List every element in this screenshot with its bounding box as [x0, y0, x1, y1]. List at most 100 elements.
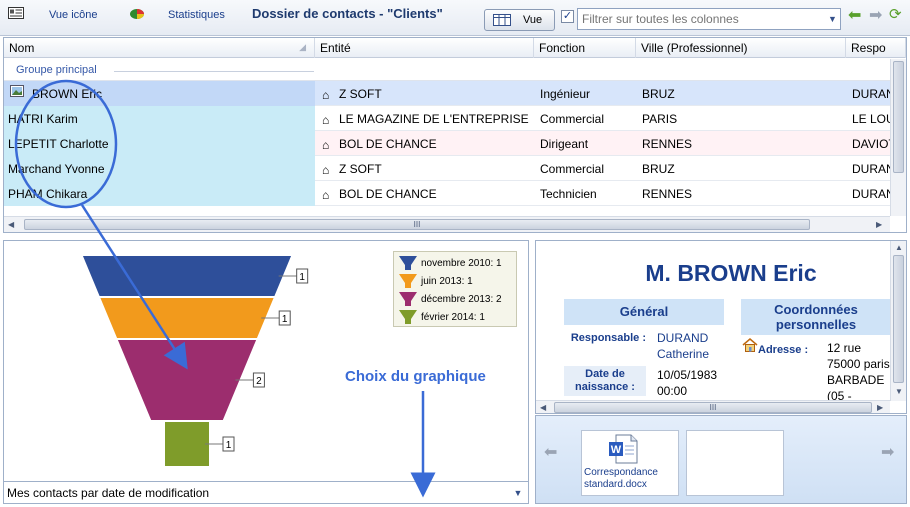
home-icon: ⌂: [322, 113, 330, 127]
back-arrow-icon[interactable]: ⬅: [848, 5, 861, 25]
detail-vertical-scrollbar[interactable]: ▲ ▼: [890, 241, 906, 401]
chart-legend: novembre 2010: 1 juin 2013: 1 décembre 2…: [393, 251, 517, 327]
birth-value-line: 00:00: [657, 384, 688, 398]
column-header-function[interactable]: Fonction: [534, 38, 636, 58]
address-line: 12 rue: [827, 341, 862, 355]
legend-swatch: [399, 292, 417, 306]
grid-header: Nom ◢ Entité Fonction Ville (Professionn…: [4, 38, 906, 58]
document-card[interactable]: W Correspondance standard.docx: [581, 430, 679, 496]
function-cell: Commercial: [540, 112, 605, 126]
detail-vertical-scroll-thumb[interactable]: [893, 255, 904, 383]
scroll-left-icon[interactable]: ◀: [8, 220, 14, 229]
table-row[interactable]: Marchand Yvonne ⌂ Z SOFT Commercial BRUZ …: [4, 156, 890, 181]
general-section-header: Général: [564, 299, 724, 325]
view-button-label: Vue: [523, 14, 543, 26]
group-row[interactable]: Groupe principal: [4, 59, 890, 81]
city-cell: RENNES: [642, 137, 693, 151]
funnel-segment-shade: [165, 422, 209, 466]
entity-cell: ⌂ LE MAGAZINE DE L'ENTREPRISE: [318, 106, 534, 131]
forward-arrow-icon[interactable]: ➡: [869, 5, 882, 25]
filter-dropdown-icon[interactable]: ▼: [825, 9, 840, 29]
value-label: 2: [256, 376, 262, 387]
birth-value-line: 10/05/1983: [657, 368, 718, 382]
coordinates-section-header: Coordonnées personnelles: [741, 299, 891, 335]
icon-view-button[interactable]: Vue icône: [49, 9, 98, 21]
address-label: Adresse :: [758, 344, 809, 356]
city-cell: BRUZ: [642, 162, 675, 176]
legend-swatch: [399, 256, 417, 270]
column-header-label: Nom: [9, 41, 35, 55]
docs-next-arrow-icon[interactable]: ➡: [881, 442, 894, 462]
scroll-right-icon[interactable]: ▶: [876, 220, 882, 229]
name-cell: PHAM Chikara: [4, 181, 315, 206]
documents-strip: ⬅ W Correspondance standard.docx ➡: [535, 415, 907, 504]
city-cell: BRUZ: [642, 87, 675, 101]
birth-date-label: Date de naissance :: [564, 366, 646, 396]
column-header-city[interactable]: Ville (Professionnel): [636, 38, 846, 58]
sort-icon: ◢: [299, 42, 306, 52]
view-button[interactable]: Vue: [484, 9, 555, 31]
filter-checkbox[interactable]: ✓: [561, 10, 574, 23]
funnel-segment-shade: [117, 340, 257, 420]
annotation-label: Choix du graphique: [345, 368, 486, 385]
entity-value: Z SOFT: [339, 162, 382, 176]
entity-value: BOL DE CHANCE: [339, 187, 437, 201]
detail-horizontal-scrollbar[interactable]: ◀ III ▶: [536, 400, 890, 413]
empty-document-slot[interactable]: [686, 430, 784, 496]
column-header-entity[interactable]: Entité: [315, 38, 534, 58]
legend-swatch: [399, 310, 417, 324]
detail-horizontal-scroll-thumb[interactable]: III: [554, 402, 872, 413]
chart-type-select[interactable]: Mes contacts par date de modification ▼: [4, 481, 528, 503]
grid-horizontal-scrollbar[interactable]: ◀ III ▶: [4, 216, 890, 232]
grid-horizontal-scroll-thumb[interactable]: III: [24, 219, 810, 230]
address-line: BARBADE: [827, 373, 885, 387]
table-row[interactable]: BROWN Eric ⌂ Z SOFT Ingénieur BRUZ DURAN: [4, 81, 890, 106]
column-header-name[interactable]: Nom ◢: [4, 38, 315, 58]
entity-cell: ⌂ Z SOFT: [318, 156, 534, 181]
column-header-responsable[interactable]: Respo: [846, 38, 906, 58]
responsable-value[interactable]: DURAND Catherine: [657, 330, 709, 362]
value-label: 1: [299, 272, 305, 283]
table-row[interactable]: HATRI Karim ⌂ LE MAGAZINE DE L'ENTREPRISE…: [4, 106, 890, 131]
scroll-left-icon[interactable]: ◀: [540, 403, 546, 412]
birth-label-line: naissance :: [575, 381, 635, 393]
home-icon: ⌂: [322, 88, 330, 102]
toolbar: Vue icône Statistiques Dossier de contac…: [0, 0, 910, 36]
name-cell: LEPETIT Charlotte: [4, 131, 315, 156]
table-row[interactable]: PHAM Chikara ⌂ BOL DE CHANCE Technicien R…: [4, 181, 890, 206]
birth-label-line: Date de: [585, 368, 625, 380]
legend-label: juin 2013: 1: [421, 276, 473, 287]
function-cell: Technicien: [540, 187, 597, 201]
table-row[interactable]: LEPETIT Charlotte ⌂ BOL DE CHANCE Dirigea…: [4, 131, 890, 156]
grid-view-icon: [493, 14, 511, 26]
statistics-button[interactable]: Statistiques: [168, 9, 225, 21]
refresh-icon[interactable]: ⟳: [889, 5, 902, 23]
scroll-down-icon[interactable]: ▼: [895, 387, 903, 396]
address-value: 12 rue 75000 paris BARBADE (05 -: [827, 340, 890, 404]
scroll-up-icon[interactable]: ▲: [895, 243, 903, 252]
grid-vertical-scroll-thumb[interactable]: [893, 61, 904, 173]
birth-date-value: 10/05/1983 00:00: [657, 367, 717, 399]
funnel-segment-shade: [100, 298, 274, 338]
responsable-cell: DURAN: [852, 187, 890, 201]
card-view-icon[interactable]: [8, 7, 24, 19]
scroll-right-icon[interactable]: ▶: [877, 403, 883, 412]
coordinates-header-line: Coordonnées: [774, 302, 858, 317]
contact-detail-panel: M. BROWN Eric Général Coordonnées person…: [535, 240, 907, 414]
entity-value: LE MAGAZINE DE L'ENTREPRISE: [339, 112, 529, 126]
pie-chart-icon[interactable]: [129, 6, 145, 20]
filter-input[interactable]: [577, 8, 841, 30]
funnel-segment-shade: [83, 256, 291, 296]
grid-vertical-scrollbar[interactable]: [890, 59, 906, 216]
docs-prev-arrow-icon[interactable]: ⬅: [544, 442, 557, 462]
chart-select-dropdown-icon[interactable]: ▼: [510, 484, 526, 502]
entity-cell: ⌂ BOL DE CHANCE: [318, 131, 534, 156]
value-label: 1: [282, 314, 288, 325]
address-line: 75000 paris: [827, 357, 890, 371]
legend-label: décembre 2013: 2: [421, 294, 502, 305]
function-cell: Commercial: [540, 162, 605, 176]
responsable-line: Catherine: [657, 347, 710, 361]
coordinates-header-line: personnelles: [775, 317, 857, 332]
city-cell: RENNES: [642, 187, 693, 201]
entity-cell: ⌂ BOL DE CHANCE: [318, 181, 534, 206]
